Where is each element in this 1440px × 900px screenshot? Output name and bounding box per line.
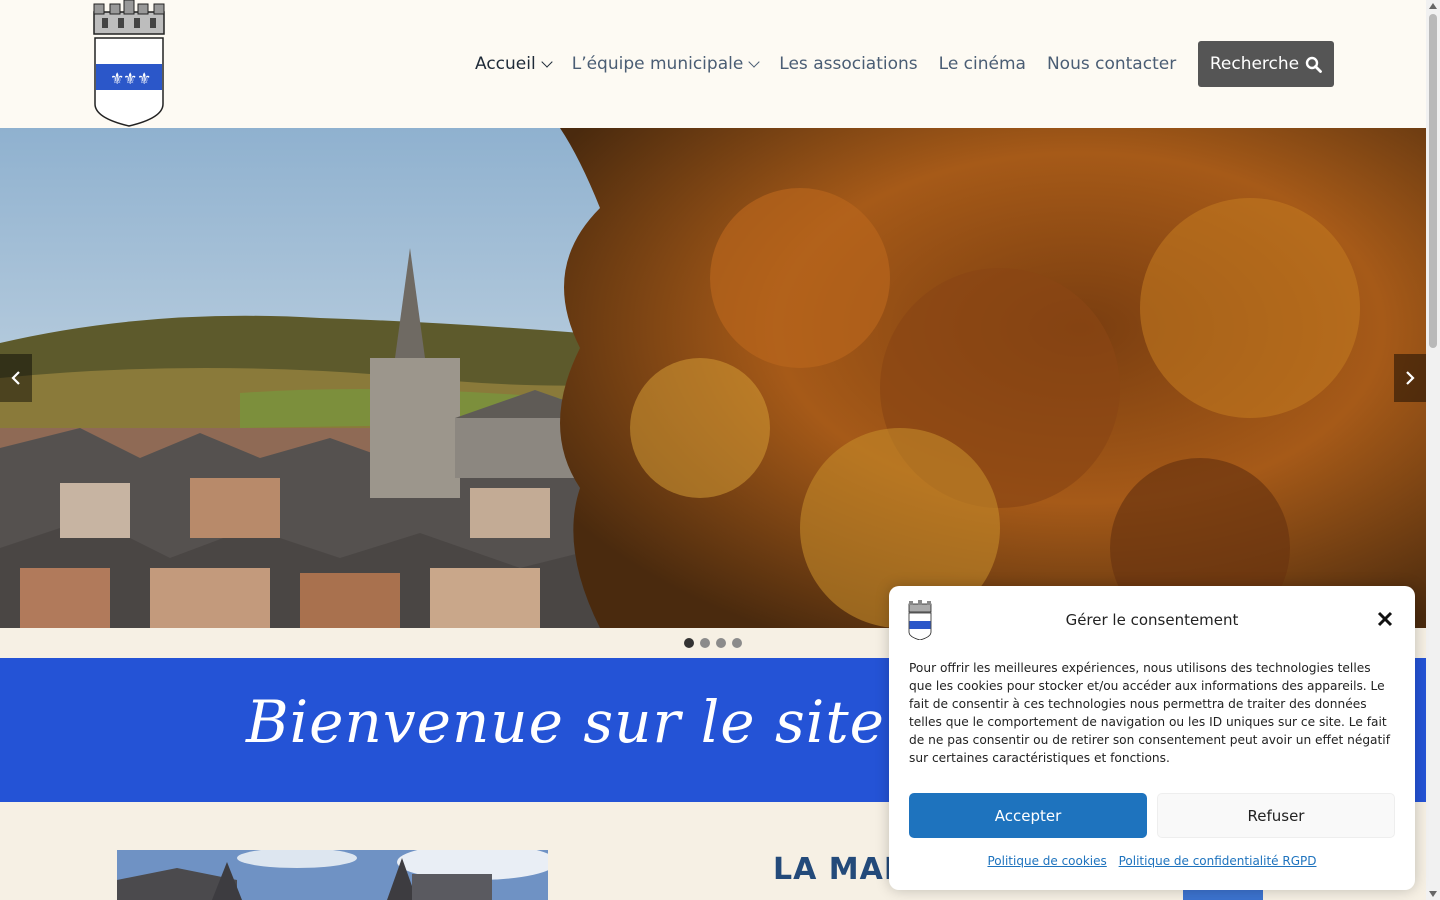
mairie-photo-image bbox=[117, 850, 548, 900]
slider-prev-button[interactable] bbox=[0, 354, 32, 402]
svg-text:⚜: ⚜ bbox=[137, 69, 151, 88]
nav-item-label: Nous contacter bbox=[1046, 54, 1177, 74]
chevron-right-icon bbox=[1406, 371, 1415, 385]
search-button[interactable]: Recherche bbox=[1198, 41, 1334, 87]
nav-item-associations[interactable]: Les associations bbox=[779, 54, 917, 74]
slider-next-button[interactable] bbox=[1394, 354, 1426, 402]
consent-links: Politique de cookies Politique de confid… bbox=[889, 854, 1415, 868]
slider-dot-2[interactable] bbox=[700, 638, 710, 648]
close-icon[interactable] bbox=[1376, 610, 1394, 628]
scrollbar-thumb[interactable] bbox=[1429, 14, 1437, 348]
chevron-down-icon bbox=[541, 55, 553, 68]
slider-dot-3[interactable] bbox=[716, 638, 726, 648]
refuse-button[interactable]: Refuser bbox=[1157, 793, 1395, 838]
nav-item-equipe-municipale[interactable]: L’équipe municipale bbox=[571, 54, 760, 74]
search-button-label: Recherche bbox=[1209, 54, 1300, 74]
chevron-down-icon bbox=[748, 55, 760, 68]
coat-of-arms-logo[interactable]: ⚜ ⚜ ⚜ bbox=[92, 0, 166, 128]
privacy-policy-link[interactable]: Politique de confidentialité RGPD bbox=[1119, 854, 1317, 868]
page-scrollbar[interactable] bbox=[1426, 0, 1440, 900]
scroll-up-arrow[interactable] bbox=[1429, 3, 1437, 9]
nav-item-cinema[interactable]: Le cinéma bbox=[939, 54, 1026, 74]
nav-item-label: L’équipe municipale bbox=[571, 54, 744, 74]
section-title: LA MAI bbox=[773, 852, 897, 887]
consent-description: Pour offrir les meilleures expériences, … bbox=[909, 661, 1390, 765]
hero-photo-village-autumn bbox=[0, 128, 1426, 628]
slider-dot-1[interactable] bbox=[684, 638, 694, 648]
chevron-left-icon bbox=[11, 371, 20, 385]
cookie-policy-link[interactable]: Politique de cookies bbox=[987, 854, 1106, 868]
nav-item-accueil[interactable]: Accueil bbox=[475, 54, 553, 74]
search-icon bbox=[1305, 56, 1323, 73]
svg-text:⚜: ⚜ bbox=[123, 69, 137, 88]
site-header: ⚜ ⚜ ⚜ Accueil L’équipe municipale Les as… bbox=[0, 0, 1426, 129]
accept-button[interactable]: Accepter bbox=[909, 793, 1147, 838]
hero-slider bbox=[0, 128, 1426, 628]
nav-item-label: Les associations bbox=[779, 54, 918, 74]
nav-item-contact[interactable]: Nous contacter bbox=[1047, 54, 1176, 74]
slider-dot-4[interactable] bbox=[732, 638, 742, 648]
mairie-photo bbox=[117, 850, 548, 900]
consent-title: Gérer le consentement bbox=[1065, 611, 1239, 629]
main-nav: Accueil L’équipe municipale Les associat… bbox=[475, 41, 1197, 87]
scroll-down-arrow[interactable] bbox=[1429, 891, 1437, 897]
nav-item-label: Le cinéma bbox=[938, 54, 1026, 74]
nav-item-label: Accueil bbox=[475, 54, 536, 74]
cookie-consent-dialog: Gérer le consentement Pour offrir les me… bbox=[889, 586, 1415, 890]
